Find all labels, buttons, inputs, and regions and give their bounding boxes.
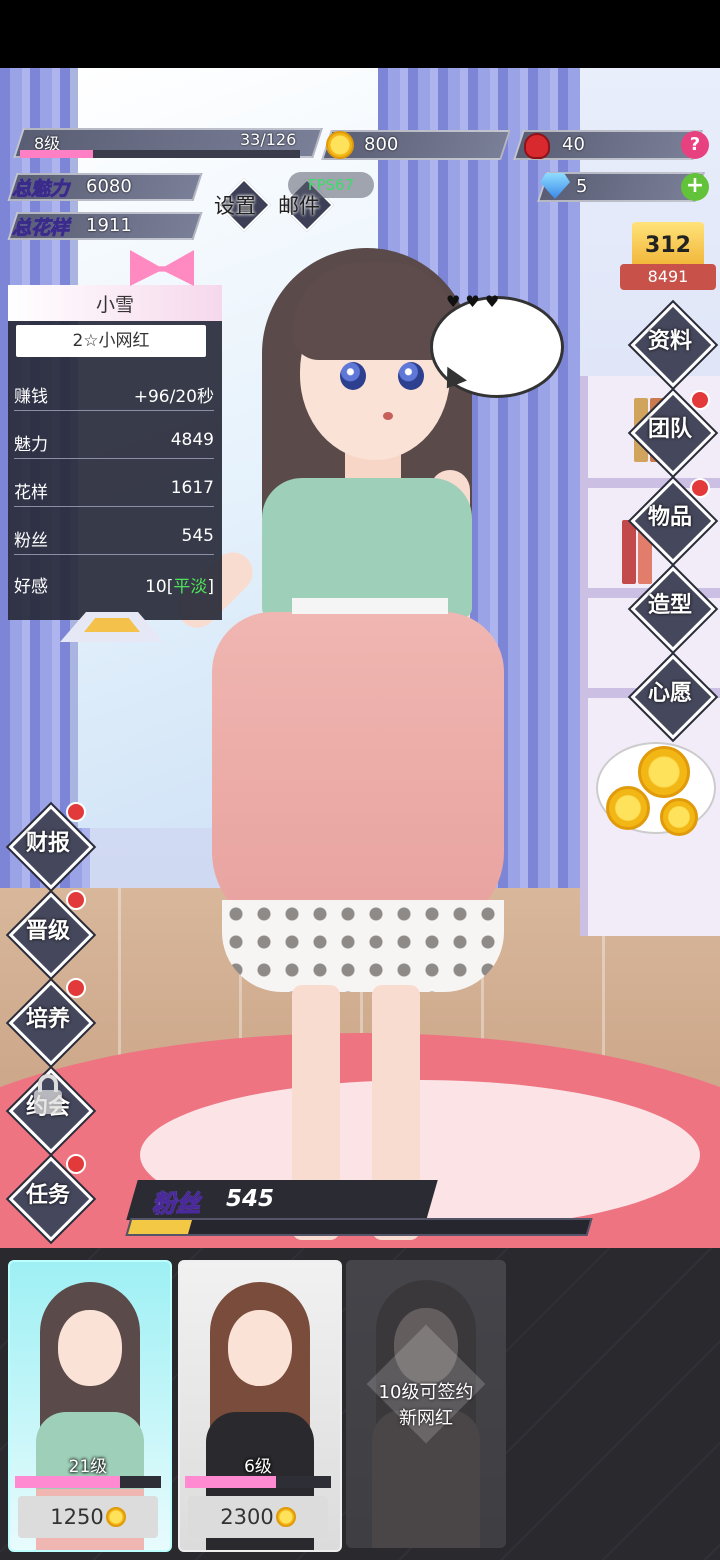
affinity-close: ] <box>207 577 214 597</box>
idol-2-price: 2300 <box>220 1505 274 1529</box>
add-diamond-icon[interactable]: + <box>681 173 709 201</box>
idol-rank-title: 2☆小网红 <box>16 325 206 357</box>
finance-notification-dot <box>66 802 86 822</box>
fans-progress-fill <box>127 1220 192 1234</box>
ranking-button[interactable]: 312 8491 <box>620 216 716 290</box>
locked-hint: 10级可签约 新网红 <box>346 1380 506 1432</box>
stat-label: 赚钱 <box>14 387 48 407</box>
stat-label: 花样 <box>14 483 48 503</box>
fans-progress-bar <box>125 1218 593 1236</box>
promotion-notification-dot <box>66 890 86 910</box>
total-style-label: 总花样 <box>11 213 69 240</box>
locked-hint-line1: 10级可签约 <box>378 1382 474 1403</box>
tasks-notification-dot <box>66 1154 86 1174</box>
stat-row-affinity: 好感 10[平淡] <box>14 572 214 600</box>
room-background <box>0 68 720 1248</box>
settings-button[interactable]: 设置 <box>214 190 256 220</box>
coin-icon <box>606 786 650 830</box>
fans-label: 粉丝 <box>152 1184 201 1219</box>
stat-value: +96/20秒 <box>133 387 214 407</box>
game-screen: ♥ ♥ ♥ 8级 33/126 800 40 ? 5 + 总魅力 6080 总花… <box>0 0 720 1560</box>
menu-label: 心愿 <box>647 681 692 706</box>
stat-label: 魅力 <box>14 435 48 455</box>
idol-2-progress <box>185 1476 331 1488</box>
profile-button[interactable]: 资料 <box>630 302 716 388</box>
idol-portrait-face <box>228 1310 292 1386</box>
affinity-mood: 平淡 <box>173 577 208 597</box>
stat-label: 好感 <box>14 577 48 597</box>
diamond-amount: 5 <box>576 176 588 197</box>
menu-label: 造型 <box>647 593 692 618</box>
stat-value: 1617 <box>170 478 214 498</box>
stat-row-style: 花样 1617 <box>14 478 214 507</box>
affinity-number: 10[ <box>145 577 174 597</box>
stat-label: 粉丝 <box>14 531 48 551</box>
coin-icon <box>638 746 690 798</box>
affinity-value: 10[平淡] <box>145 572 214 597</box>
idol-2-progress-fill <box>185 1476 276 1488</box>
coin-icon <box>275 1507 296 1527</box>
rank-value: 8491 <box>620 264 716 290</box>
idol-1-progress <box>15 1476 161 1488</box>
fans-value: 545 <box>226 1186 275 1212</box>
xp-bar-fill <box>20 150 93 158</box>
idol-1-progress-fill <box>15 1476 121 1488</box>
coin-icon <box>326 131 354 159</box>
xp-value: 33/126 <box>240 130 297 149</box>
idol-2-upgrade-button[interactable]: 2300 <box>188 1496 328 1538</box>
idol-1-price: 1250 <box>50 1505 104 1529</box>
wish-button[interactable]: 心愿 <box>630 654 716 740</box>
mail-button[interactable]: 邮件 <box>278 190 320 220</box>
total-style-value: 1911 <box>86 215 132 236</box>
idol-2-level: 6级 <box>244 1457 272 1477</box>
rose-amount: 40 <box>562 134 585 155</box>
lock-body-icon <box>34 1090 62 1114</box>
coin-amount: 800 <box>364 134 399 155</box>
stat-row-income: 赚钱 +96/20秒 <box>14 382 214 411</box>
training-notification-dot <box>66 978 86 998</box>
rose-icon <box>524 133 550 159</box>
stat-value: 545 <box>181 526 214 546</box>
idol-name: 小雪 <box>95 294 134 316</box>
xp-bar <box>20 150 300 158</box>
podium-icon: 312 <box>632 222 704 270</box>
team-notification-dot <box>690 390 710 410</box>
stat-row-fans: 粉丝 545 <box>14 526 214 555</box>
heart-icon: ♥ ♥ ♥ <box>446 292 500 311</box>
stat-row-charm: 魅力 4849 <box>14 430 214 459</box>
idol-portrait-face <box>58 1310 122 1386</box>
items-notification-dot <box>690 478 710 498</box>
styling-button[interactable]: 造型 <box>630 566 716 652</box>
coin-icon <box>660 798 698 836</box>
total-charm-label: 总魅力 <box>11 174 69 201</box>
help-icon[interactable]: ? <box>681 131 709 159</box>
locked-hint-line2: 新网红 <box>399 1408 453 1429</box>
idol-1-level: 21级 <box>68 1457 108 1477</box>
idol-1-upgrade-button[interactable]: 1250 <box>18 1496 158 1538</box>
coin-icon <box>105 1507 126 1527</box>
stat-value: 4849 <box>170 430 214 450</box>
total-charm-value: 6080 <box>86 176 132 197</box>
menu-label: 资料 <box>647 329 692 354</box>
